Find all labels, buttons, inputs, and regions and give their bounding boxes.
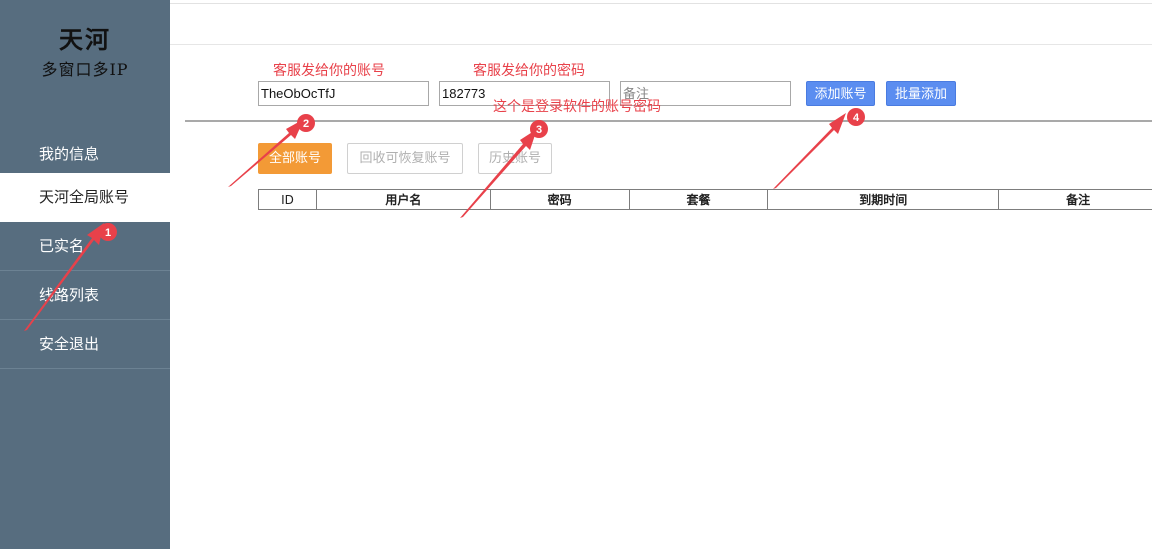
sidebar-item-global-accounts[interactable]: 天河全局账号 bbox=[0, 173, 170, 222]
annotation-badge-2: 2 bbox=[297, 114, 315, 132]
brand-logo: 天河 多窗口多IP bbox=[0, 4, 170, 104]
column-header-id[interactable]: ID bbox=[258, 189, 317, 210]
annotation-badge-3: 3 bbox=[530, 120, 548, 138]
accounts-table: ID 用户名 密码 套餐 到期时间 备注 bbox=[258, 189, 1152, 210]
sidebar-item-logout[interactable]: 安全退出 bbox=[0, 320, 170, 369]
all-accounts-button[interactable]: 全部账号 bbox=[258, 143, 332, 174]
column-header-plan[interactable]: 套餐 bbox=[628, 189, 769, 210]
add-account-button[interactable]: 添加账号 bbox=[806, 81, 875, 106]
column-header-expiry[interactable]: 到期时间 bbox=[767, 189, 1000, 210]
header-divider bbox=[170, 44, 1152, 45]
sidebar-item-line-list[interactable]: 线路列表 bbox=[0, 271, 170, 320]
sidebar-item-my-info[interactable]: 我的信息 bbox=[0, 130, 170, 179]
annotation-login-note: 这个是登录软件的账号密码 bbox=[493, 99, 661, 115]
section-divider bbox=[185, 120, 1152, 122]
column-header-password[interactable]: 密码 bbox=[489, 189, 630, 210]
column-header-remark[interactable]: 备注 bbox=[998, 189, 1152, 210]
annotation-username-label: 客服发给你的账号 bbox=[273, 63, 385, 79]
username-input[interactable] bbox=[258, 81, 429, 106]
history-accounts-button[interactable]: 历史账号 bbox=[478, 143, 552, 174]
annotation-arrow-4 bbox=[773, 113, 846, 189]
svg-text:3: 3 bbox=[536, 124, 542, 136]
annotation-badge-4: 4 bbox=[847, 108, 865, 126]
top-border bbox=[170, 3, 1152, 4]
brand-subtitle: 多窗口多IP bbox=[41, 60, 129, 79]
batch-add-button[interactable]: 批量添加 bbox=[886, 81, 956, 106]
sidebar: 天河 多窗口多IP 我的信息 天河全局账号 已实名 线路列表 安全退出 bbox=[0, 0, 170, 549]
svg-text:4: 4 bbox=[853, 112, 860, 124]
column-header-username[interactable]: 用户名 bbox=[315, 189, 491, 210]
sidebar-item-verified[interactable]: 已实名 bbox=[0, 222, 170, 271]
annotation-password-label: 客服发给你的密码 bbox=[473, 63, 585, 79]
recycle-accounts-button[interactable]: 回收可恢复账号 bbox=[347, 143, 463, 174]
table-header-row: ID 用户名 密码 套餐 到期时间 备注 bbox=[258, 189, 1152, 210]
brand-title: 天河 bbox=[59, 25, 111, 54]
